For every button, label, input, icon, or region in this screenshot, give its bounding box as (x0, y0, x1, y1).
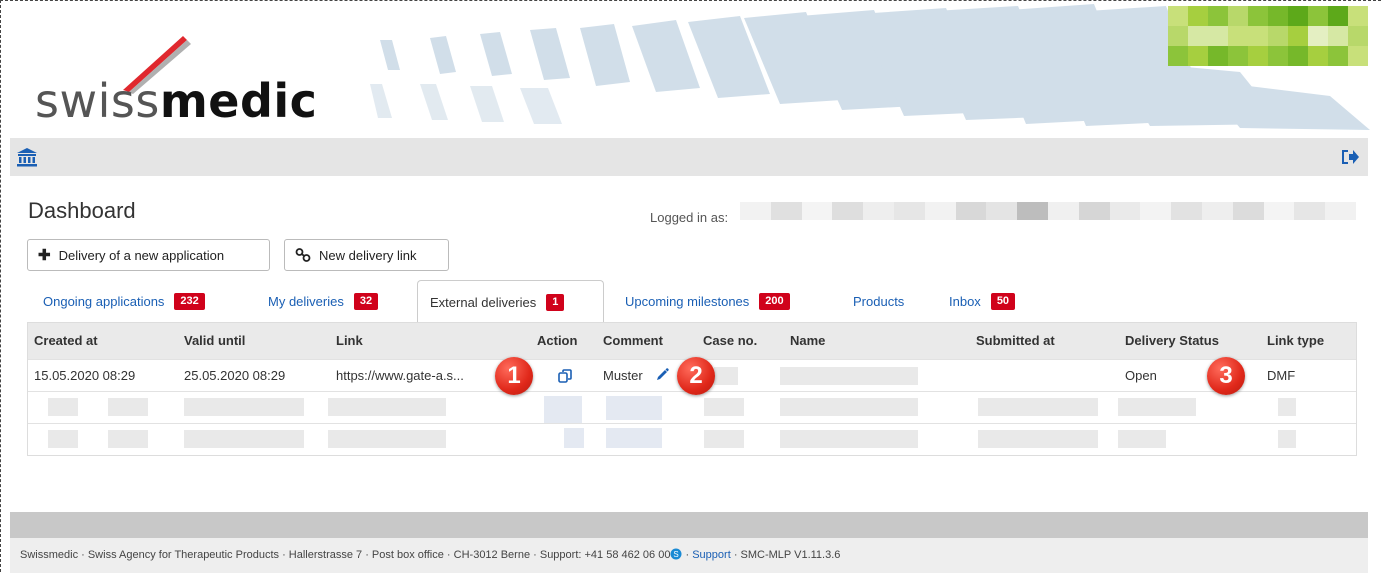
swissmedic-logo: swissmedic (35, 28, 317, 128)
logged-in-label: Logged in as: (650, 210, 729, 225)
created-at-cell: 15.05.2020 08:29 (34, 368, 136, 383)
tab-label: Products (853, 293, 905, 309)
new-application-button[interactable]: ✚ Delivery of a new application (27, 239, 270, 271)
tab-label: Ongoing applications (43, 293, 165, 309)
logout-arrow-icon[interactable] (1340, 148, 1360, 166)
callout-marker-3: 3 (1207, 357, 1245, 395)
redacted-cell (108, 398, 148, 416)
redacted-cell (1278, 398, 1296, 416)
tab-label: External deliveries (430, 294, 537, 310)
callout-marker-2: 2 (677, 357, 715, 395)
logo-text: swissmedic (35, 74, 317, 128)
top-navbar (10, 138, 1368, 176)
redacted-cell (328, 430, 446, 448)
redacted-cell (704, 430, 744, 448)
redacted-cell (184, 430, 304, 448)
tab-external-deliveries[interactable]: External deliveries 1 (417, 280, 604, 323)
column-header[interactable]: Case no. (703, 323, 757, 359)
copy-link-icon[interactable] (558, 369, 572, 383)
page-title: Dashboard (28, 198, 136, 223)
redacted-cell (606, 396, 662, 420)
delivery-status-cell: Open (1125, 368, 1157, 383)
redacted-cell (544, 396, 582, 424)
count-badge: 232 (174, 292, 205, 310)
tab-label: Upcoming milestones (625, 293, 750, 309)
redacted-cell (328, 398, 446, 416)
tab-my-deliveries[interactable]: My deliveries 32 (268, 280, 379, 322)
count-badge: 50 (990, 292, 1016, 310)
logo-text-bold: medic (159, 74, 318, 128)
redacted-cell (48, 430, 78, 448)
footer-address: Swissmedic · Swiss Agency for Therapeuti… (20, 549, 671, 561)
column-header[interactable]: Created at (34, 323, 98, 359)
comment-cell: Muster (603, 368, 643, 383)
count-badge: 1 (546, 293, 565, 311)
dashboard-tabs: Ongoing applications 232 My deliveries 3… (27, 280, 1357, 323)
link-type-cell: DMF (1267, 368, 1296, 383)
redacted-cell (1118, 398, 1196, 416)
plus-icon: ✚ (38, 247, 51, 264)
new-delivery-link-button[interactable]: New delivery link (284, 239, 449, 271)
new-application-label: Delivery of a new application (58, 247, 225, 263)
redacted-cell (978, 430, 1098, 448)
column-header[interactable]: Action (537, 323, 577, 359)
redacted-cell (1278, 430, 1296, 448)
count-badge: 200 (759, 292, 790, 310)
column-header[interactable]: Valid until (184, 323, 245, 359)
redacted-cell (184, 398, 304, 416)
table-row[interactable] (28, 391, 1356, 424)
redacted-cell (704, 398, 744, 416)
valid-until-cell: 25.05.2020 08:29 (184, 368, 286, 383)
redacted-name (780, 367, 918, 385)
column-header[interactable]: Delivery Status (1125, 323, 1219, 359)
redacted-username (740, 202, 1356, 220)
redacted-cell (1118, 430, 1166, 448)
logo-text-light: swiss (35, 74, 160, 128)
pencil-edit-icon[interactable] (655, 368, 669, 382)
footer-bar (10, 512, 1368, 538)
redacted-cell (606, 428, 662, 448)
tab-label: Inbox (949, 293, 981, 309)
callout-marker-1: 1 (495, 357, 533, 395)
link-chain-icon (295, 248, 311, 262)
table-header: Created at Valid until Link Action Comme… (28, 323, 1356, 359)
bank-building-icon[interactable] (16, 147, 38, 167)
count-badge: 32 (353, 292, 379, 310)
tab-ongoing-applications[interactable]: Ongoing applications 232 (43, 280, 205, 322)
footer-info: Swissmedic · Swiss Agency for Therapeuti… (10, 538, 1368, 573)
redacted-cell (780, 398, 918, 416)
column-header[interactable]: Submitted at (976, 323, 1055, 359)
site-header: swissmedic (0, 0, 1382, 138)
redacted-cell (564, 428, 584, 448)
svg-text:S: S (674, 550, 679, 559)
footer-version: · SMC-MLP V1.11.3.6 (733, 549, 841, 561)
column-header[interactable]: Link (336, 323, 363, 359)
tab-label: My deliveries (268, 293, 344, 309)
redacted-case-no (714, 367, 738, 385)
column-header[interactable]: Comment (603, 323, 663, 359)
link-cell[interactable]: https://www.gate-a.s... (336, 360, 464, 392)
redacted-cell (978, 398, 1098, 416)
redacted-cell (780, 430, 918, 448)
column-header[interactable]: Name (790, 323, 825, 359)
redacted-cell (108, 430, 148, 448)
support-link[interactable]: Support (692, 549, 731, 561)
skype-call-icon[interactable]: S (670, 548, 682, 560)
column-header[interactable]: Link type (1267, 323, 1324, 359)
tab-products[interactable]: Products (853, 280, 904, 322)
redacted-cell (48, 398, 78, 416)
table-row[interactable] (28, 423, 1356, 456)
tab-inbox[interactable]: Inbox 50 (949, 280, 1016, 322)
new-delivery-link-label: New delivery link (319, 247, 417, 263)
redacted-user-image (1168, 6, 1368, 66)
tab-upcoming-milestones[interactable]: Upcoming milestones 200 (625, 280, 790, 322)
